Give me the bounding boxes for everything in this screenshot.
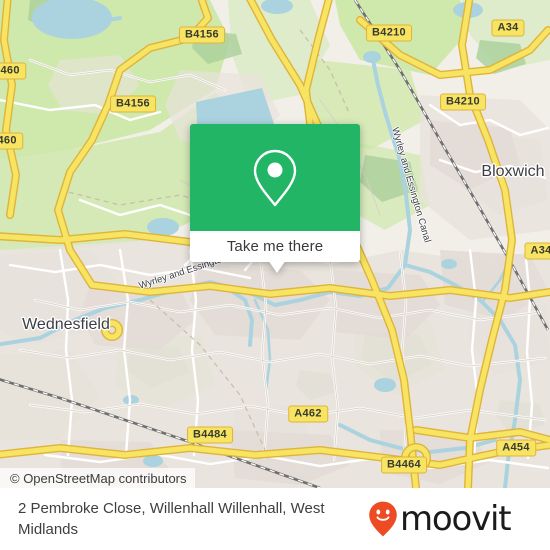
callout-tail [268, 260, 286, 273]
road-shield: A462 [288, 405, 328, 423]
road-shield: B4464 [381, 456, 427, 474]
road-shield: A460 [0, 62, 26, 80]
place-label-wednesfield: Wednesfield [22, 316, 110, 333]
road-shield: A34 [491, 19, 525, 37]
place-label-bloxwich: Bloxwich [481, 163, 545, 180]
map-pin-icon [253, 149, 297, 206]
take-me-there-button[interactable]: Take me there [190, 231, 360, 262]
road-shield: A460 [0, 132, 23, 150]
road-shield: B4210 [440, 93, 486, 111]
map-canvas[interactable]: A460 A460 B4156 B4156 B4210 A34 B4210 A3… [0, 0, 550, 488]
road-shield: A454 [496, 439, 536, 457]
footer-bar: 2 Pembroke Close, Willenhall Willenhall,… [0, 488, 550, 550]
road-shield: A34 [524, 242, 550, 260]
road-shield: B4484 [187, 426, 233, 444]
take-me-there-label: Take me there [226, 238, 324, 255]
road-shield: B4156 [179, 26, 225, 44]
road-shield: B4156 [110, 95, 156, 113]
address-title: 2 Pembroke Close, Willenhall Willenhall,… [18, 500, 325, 538]
moovit-logo[interactable]: moovit [368, 499, 512, 539]
callout-header [190, 124, 360, 231]
moovit-smiley-pin-icon [369, 501, 397, 537]
moovit-map-screenshot: A460 A460 B4156 B4156 B4210 A34 B4210 A3… [0, 0, 550, 550]
moovit-wordmark: moovit [400, 499, 512, 539]
road-shield: B4210 [366, 24, 412, 42]
location-callout-card[interactable]: Take me there [190, 124, 360, 273]
map-attribution[interactable]: © OpenStreetMap contributors [0, 468, 195, 488]
